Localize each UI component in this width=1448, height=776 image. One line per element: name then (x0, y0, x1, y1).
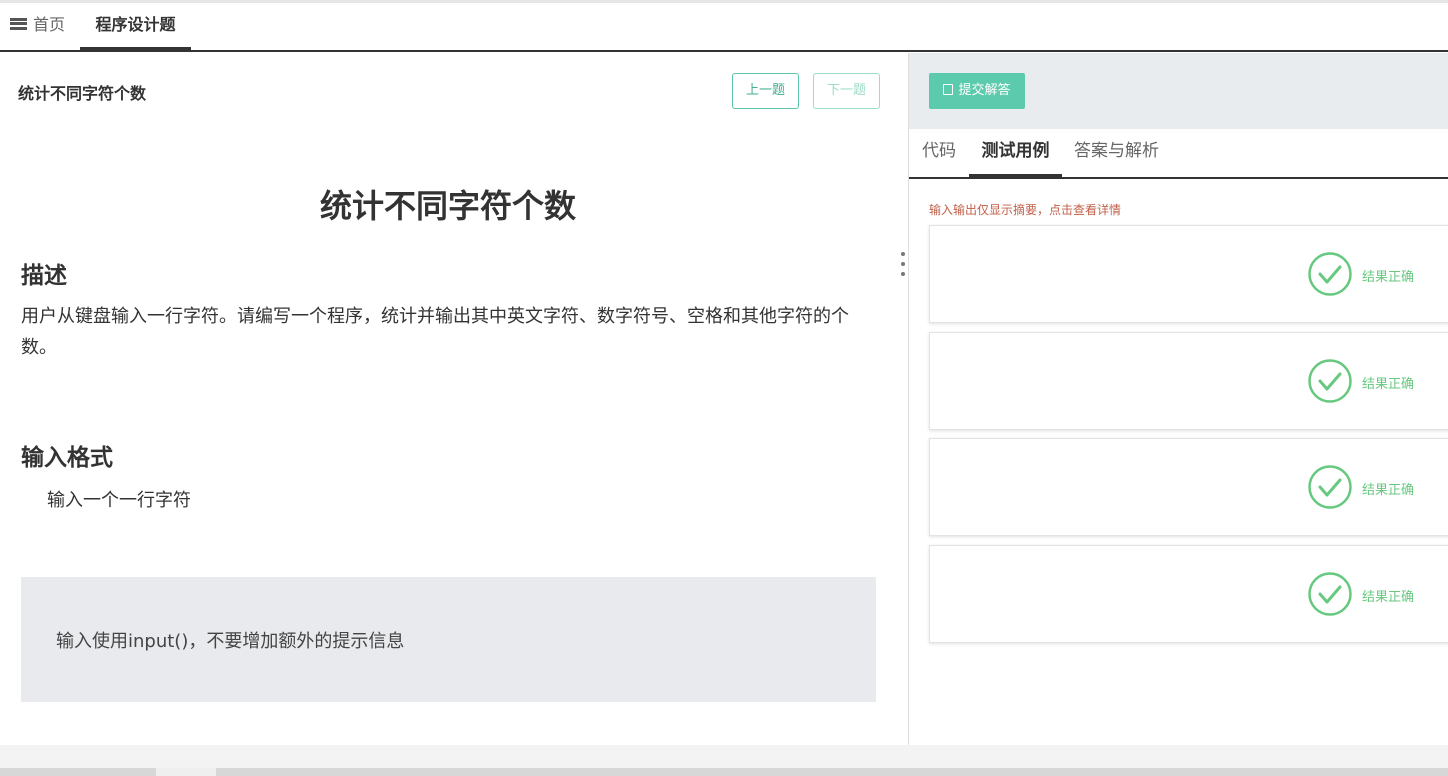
test-case-card[interactable]: 结果正确 (929, 332, 1448, 430)
scrollbar-thumb[interactable] (156, 768, 216, 776)
tab-home-label: 首页 (33, 15, 66, 34)
test-case-card[interactable]: 结果正确 (929, 545, 1448, 643)
test-case-card[interactable]: 结果正确 (929, 438, 1448, 536)
test-case-result: 结果正确 (1362, 483, 1415, 498)
prev-question-button[interactable]: 上一题 (732, 73, 799, 109)
next-question-button[interactable]: 下一题 (813, 73, 880, 109)
horizontal-scrollbar[interactable] (0, 768, 1448, 776)
input-format-heading: 输入格式 (21, 445, 113, 471)
test-case-hint: 输入输出仅显示摘要，点击查看详情 (929, 203, 1122, 217)
check-circle-icon (1308, 252, 1352, 296)
tab-programming-label: 程序设计题 (95, 15, 176, 34)
drag-handle-icon[interactable] (901, 252, 906, 288)
tab-answer-analysis[interactable]: 答案与解析 (1074, 129, 1159, 177)
test-case-result: 结果正确 (1362, 270, 1415, 285)
submit-answer-button[interactable]: 提交解答 (929, 73, 1025, 109)
note-box: 输入使用input()，不要增加额外的提示信息 (21, 577, 876, 702)
tab-code[interactable]: 代码 (922, 129, 956, 177)
description-heading: 描述 (21, 263, 67, 289)
answer-panel: 提交解答 代码 测试用例 答案与解析 输入输出仅显示摘要，点击查看详情 结果正确… (909, 53, 1448, 745)
answer-tabs: 代码 测试用例 答案与解析 (909, 129, 1448, 179)
tab-home[interactable]: 首页 (10, 3, 65, 50)
check-circle-icon (1308, 359, 1352, 403)
top-tab-bar: 首页 程序设计题 (0, 3, 1448, 52)
input-format-text: 输入一个一行字符 (47, 490, 191, 511)
question-panel: 统计不同字符个数 上一题 下一题 统计不同字符个数 描述 用户从键盘输入一行字符… (0, 53, 908, 745)
test-case-result: 结果正确 (1362, 377, 1415, 392)
answer-toolbar: 提交解答 (909, 53, 1448, 129)
question-title: 统计不同字符个数 (319, 187, 576, 225)
description-text: 用户从键盘输入一行字符。请编写一个程序，统计并输出其中英文字符、数字符号、空格和… (21, 306, 849, 358)
check-circle-icon (1308, 465, 1352, 509)
note-text: 输入使用input()，不要增加额外的提示信息 (56, 631, 405, 652)
tab-programming[interactable]: 程序设计题 (80, 3, 191, 50)
question-header-title: 统计不同字符个数 (18, 84, 147, 103)
save-icon (943, 84, 954, 95)
tab-test-cases[interactable]: 测试用例 (969, 129, 1062, 177)
test-case-result: 结果正确 (1362, 590, 1415, 605)
test-case-card[interactable]: 结果正确 (929, 225, 1448, 323)
check-circle-icon (1308, 572, 1352, 616)
menu-icon (10, 17, 27, 30)
submit-answer-label: 提交解答 (958, 83, 1011, 98)
